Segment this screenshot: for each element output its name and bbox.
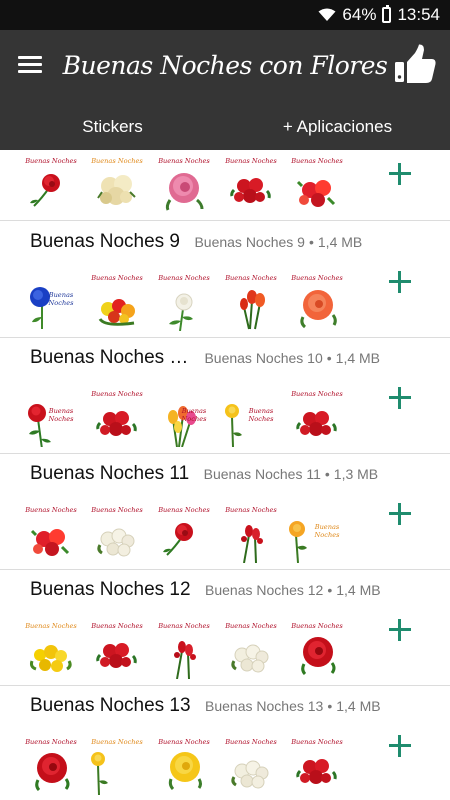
- sticker-red-rose: Buenas Noches: [22, 389, 80, 447]
- sticker-red-rose-buds: Buenas Noches: [155, 621, 213, 679]
- pack-name: Buenas Noches 11: [30, 463, 190, 484]
- pack-name: Buenas Noches 13: [30, 695, 191, 716]
- sticker-white-bouquet: Buenas Noches: [222, 621, 280, 679]
- sticker-pack[interactable]: Buenas Noches 12 Buenas Noches 12 • 1,4 MB…: [0, 569, 450, 686]
- sticker-yellow-rose-big: Buenas Noches: [155, 737, 213, 795]
- add-pack-button[interactable]: [386, 384, 414, 412]
- add-pack-button[interactable]: [386, 500, 414, 528]
- add-pack-button[interactable]: [386, 732, 414, 760]
- sticker-yellow-bouquet: Buenas Noches: [22, 621, 80, 679]
- status-bar: 64% 13:54: [0, 0, 450, 30]
- sticker-yellow-rose: Buenas Noches: [88, 737, 146, 795]
- sticker-pack[interactable]: Buenas Noches Buenas Noches Buenas Noche…: [0, 150, 450, 221]
- pack-name: Buenas Noches 9: [30, 231, 180, 252]
- pack-name: Buenas Noches 10: [30, 347, 190, 368]
- sticker-white-bouquet: Buenas Noches: [222, 737, 280, 795]
- battery-icon: [382, 5, 392, 23]
- sticker-yellow-rose: Buenas Noches: [222, 389, 280, 447]
- pack-meta: Buenas Noches 10 • 1,4 MB: [204, 350, 381, 366]
- sticker-tulips: Buenas Noches: [155, 389, 213, 447]
- sticker-red-rose: Buenas Noches: [155, 505, 213, 563]
- thumbs-up-icon[interactable]: [393, 44, 437, 86]
- add-pack-button[interactable]: [386, 268, 414, 296]
- tab-bar: Stickers + Aplicaciones: [0, 108, 450, 150]
- add-pack-button[interactable]: [386, 160, 414, 188]
- sticker-red-rose-big: Buenas Noches: [288, 621, 346, 679]
- sticker-red-bouquet: Buenas Noches: [88, 621, 146, 679]
- sticker-pack-list: Buenas Noches Buenas Noches Buenas Noche…: [0, 150, 450, 800]
- sticker-pack[interactable]: Buenas Noches 10 Buenas Noches 10 • 1,4 MB…: [0, 337, 450, 454]
- sticker-pack[interactable]: Buenas Noches 13 Buenas Noches 13 • 1,4 MB…: [0, 685, 450, 800]
- sticker-mixed-bouquet: Buenas Noches: [288, 156, 346, 214]
- sticker-orange-rose: Buenas Noches: [288, 505, 346, 563]
- sticker-red-bouquet: Buenas Noches: [288, 737, 346, 795]
- menu-icon[interactable]: [18, 56, 42, 74]
- pack-meta: Buenas Noches 11 • 1,3 MB: [203, 466, 379, 482]
- pack-meta: Buenas Noches 12 • 1,4 MB: [205, 582, 381, 598]
- sticker-pack[interactable]: Buenas Noches 11 Buenas Noches 11 • 1,3 MB…: [0, 453, 450, 570]
- sticker-red-bouquet: Buenas Noches: [88, 389, 146, 447]
- clock: 13:54: [397, 5, 440, 24]
- sticker-red-bouquet: Buenas Noches: [288, 389, 346, 447]
- sticker-pack[interactable]: Buenas Noches 9 Buenas Noches 9 • 1,4 MB B…: [0, 221, 450, 338]
- sticker-red-rose: Buenas Noches: [22, 156, 80, 214]
- sticker-red-bouquet: Buenas Noches: [222, 156, 280, 214]
- wifi-icon: [318, 8, 336, 21]
- tab-stickers[interactable]: Stickers: [0, 108, 225, 150]
- sticker-tulips: Buenas Noches: [222, 273, 280, 331]
- app-title: Buenas Noches con Flores: [62, 51, 388, 80]
- pack-name: Buenas Noches 12: [30, 579, 191, 600]
- sticker-coral-rose: Buenas Noches: [288, 273, 346, 331]
- sticker-colorful-bouquet: Buenas Noches: [88, 273, 146, 331]
- add-pack-button[interactable]: [386, 616, 414, 644]
- sticker-blue-rose: Buenas Noches: [22, 273, 80, 331]
- battery-percent: 64%: [342, 5, 377, 24]
- sticker-mixed-bouquet: Buenas Noches: [22, 505, 80, 563]
- pack-meta: Buenas Noches 9 • 1,4 MB: [194, 234, 363, 250]
- sticker-red-rose-bud: Buenas Noches: [222, 505, 280, 563]
- pack-meta: Buenas Noches 13 • 1,4 MB: [205, 698, 381, 714]
- sticker-cream-roses: Buenas Noches: [88, 156, 146, 214]
- sticker-white-rose: Buenas Noches: [155, 273, 213, 331]
- sticker-white-red-bouquet: Buenas Noches: [88, 505, 146, 563]
- app-bar: Buenas Noches con Flores Stickers + Apli…: [0, 30, 450, 150]
- sticker-red-rose-big: Buenas Noches: [22, 737, 80, 795]
- sticker-pink-rose: Buenas Noches: [155, 156, 213, 214]
- tab-aplicaciones[interactable]: + Aplicaciones: [225, 108, 450, 150]
